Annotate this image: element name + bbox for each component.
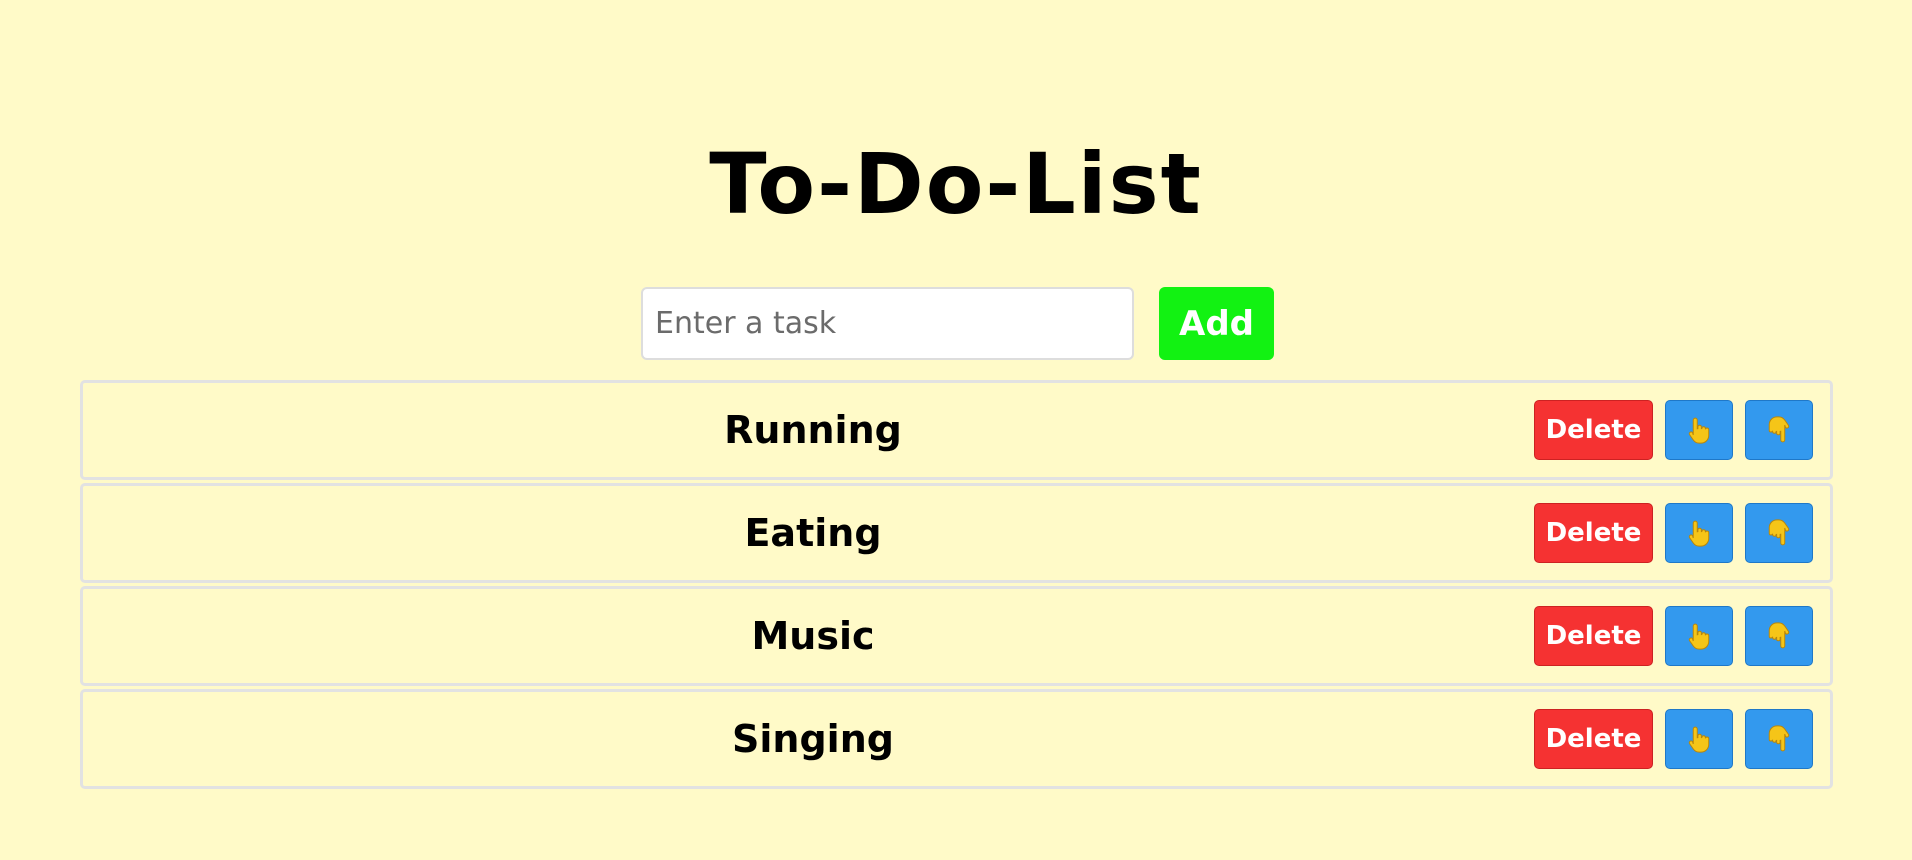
todo-app: To-Do-List Add Running Delete Eating Del…: [0, 0, 1912, 860]
hand-pointing-up-icon: [1684, 518, 1714, 548]
move-down-button[interactable]: [1745, 709, 1813, 769]
move-down-button[interactable]: [1745, 503, 1813, 563]
delete-button[interactable]: Delete: [1534, 709, 1653, 769]
move-up-button[interactable]: [1665, 400, 1733, 460]
move-down-button[interactable]: [1745, 606, 1813, 666]
task-actions: Delete: [1534, 606, 1813, 666]
task-actions: Delete: [1534, 503, 1813, 563]
hand-pointing-up-icon: [1684, 724, 1714, 754]
hand-pointing-down-icon: [1764, 518, 1794, 548]
hand-pointing-down-icon: [1764, 415, 1794, 445]
task-actions: Delete: [1534, 709, 1813, 769]
task-text: Music: [751, 614, 875, 658]
task-item: Music Delete: [80, 586, 1833, 686]
page-title: To-Do-List: [709, 135, 1203, 233]
task-text: Singing: [732, 717, 894, 761]
hand-pointing-down-icon: [1764, 724, 1794, 754]
move-down-button[interactable]: [1745, 400, 1813, 460]
hand-pointing-down-icon: [1764, 621, 1794, 651]
task-text: Eating: [744, 511, 882, 555]
task-input-row: Add: [641, 287, 1274, 360]
task-input[interactable]: [641, 287, 1134, 360]
move-up-button[interactable]: [1665, 503, 1733, 563]
task-item: Eating Delete: [80, 483, 1833, 583]
task-actions: Delete: [1534, 400, 1813, 460]
move-up-button[interactable]: [1665, 709, 1733, 769]
task-item: Running Delete: [80, 380, 1833, 480]
task-list: Running Delete Eating Delete Music Delet…: [80, 380, 1833, 792]
hand-pointing-up-icon: [1684, 415, 1714, 445]
add-task-button[interactable]: Add: [1159, 287, 1274, 360]
delete-button[interactable]: Delete: [1534, 400, 1653, 460]
delete-button[interactable]: Delete: [1534, 503, 1653, 563]
delete-button[interactable]: Delete: [1534, 606, 1653, 666]
task-text: Running: [724, 408, 902, 452]
hand-pointing-up-icon: [1684, 621, 1714, 651]
move-up-button[interactable]: [1665, 606, 1733, 666]
task-item: Singing Delete: [80, 689, 1833, 789]
